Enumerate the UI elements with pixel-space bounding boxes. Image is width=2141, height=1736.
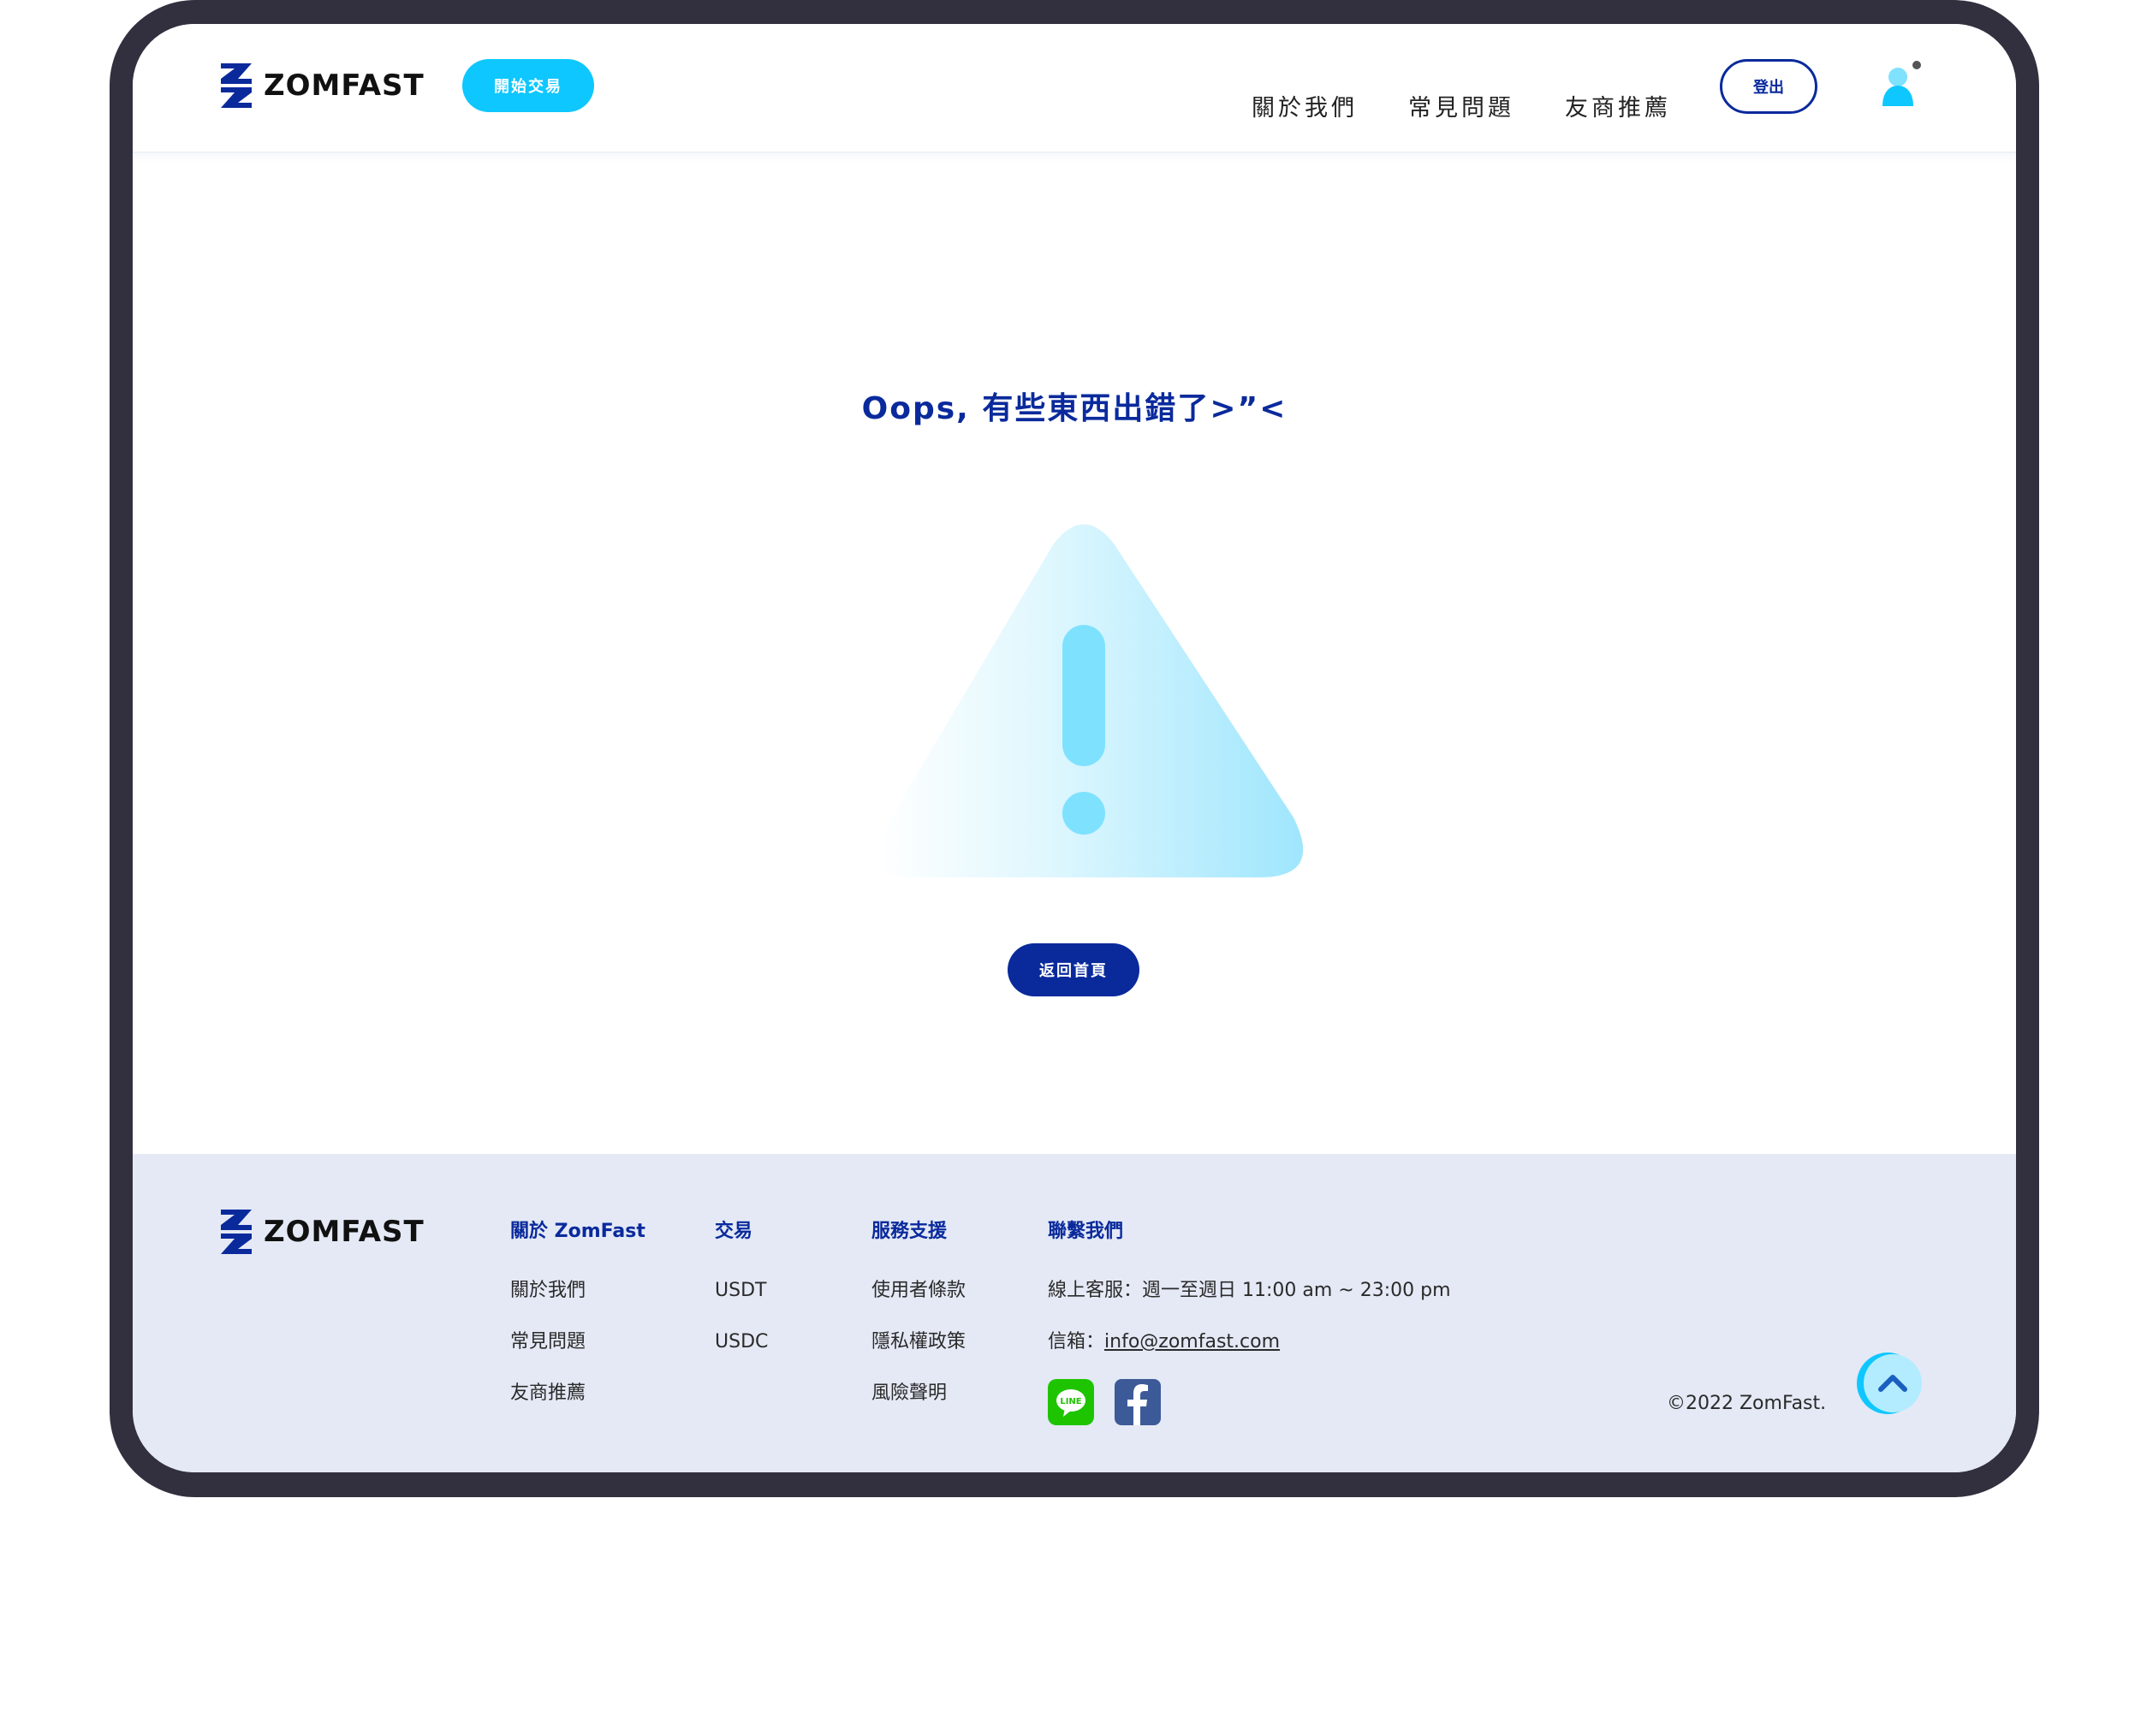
logout-button[interactable]: 登出 bbox=[1720, 59, 1817, 114]
footer-logo[interactable]: ZOMFAST bbox=[219, 1208, 425, 1256]
copyright: ©2022 ZomFast. bbox=[1667, 1393, 1827, 1414]
footer-heading-trade: 交易 bbox=[715, 1221, 753, 1242]
footer-heading-about: 關於 ZomFast bbox=[510, 1221, 645, 1242]
svg-text:LINE: LINE bbox=[1060, 1397, 1081, 1406]
zomfast-logo-icon bbox=[221, 1210, 252, 1254]
nav-about-us[interactable]: 關於我們 bbox=[1252, 94, 1358, 123]
footer-service-hours: 線上客服：週一至週日 11:00 am ~ 23:00 pm bbox=[1048, 1280, 1451, 1301]
footer-email-link[interactable]: info@zomfast.com bbox=[1104, 1331, 1280, 1353]
footer-link-partners[interactable]: 友商推薦 bbox=[510, 1381, 586, 1406]
scroll-to-top-icon[interactable] bbox=[1855, 1349, 1925, 1418]
footer-email-row: 信箱：info@zomfast.com bbox=[1048, 1329, 1280, 1355]
back-home-button[interactable]: 返回首頁 bbox=[1008, 943, 1139, 996]
top-header: ZOMFAST 開始交易 關於我們 常見問題 友商推薦 登出 bbox=[133, 24, 2016, 153]
footer-link-risk[interactable]: 風險聲明 bbox=[871, 1381, 947, 1406]
browser-screen: ZOMFAST 開始交易 關於我們 常見問題 友商推薦 登出 Oops, 有些東… bbox=[133, 24, 2016, 1472]
footer-heading-support: 服務支援 bbox=[871, 1221, 948, 1242]
nav-faq[interactable]: 常見問題 bbox=[1408, 94, 1514, 123]
footer-link-usdc[interactable]: USDC bbox=[715, 1329, 768, 1355]
warning-triangle-icon bbox=[877, 524, 1304, 877]
footer-link-about-us[interactable]: 關於我們 bbox=[510, 1278, 586, 1304]
footer: ZOMFAST 關於 ZomFast 關於我們 常見問題 友商推薦 交易 USD… bbox=[133, 1154, 2016, 1472]
header-logo[interactable]: ZOMFAST bbox=[219, 62, 425, 110]
line-icon[interactable]: LINE bbox=[1048, 1379, 1094, 1425]
footer-email-label: 信箱： bbox=[1048, 1331, 1105, 1353]
footer-link-terms[interactable]: 使用者條款 bbox=[871, 1278, 966, 1304]
zomfast-logo-icon bbox=[221, 63, 252, 108]
user-avatar-icon[interactable] bbox=[1879, 60, 1924, 108]
footer-link-privacy[interactable]: 隱私權政策 bbox=[871, 1329, 966, 1355]
nav-partners[interactable]: 友商推薦 bbox=[1565, 94, 1671, 123]
logo-text: ZOMFAST bbox=[264, 1215, 425, 1249]
footer-link-usdt[interactable]: USDT bbox=[715, 1278, 766, 1304]
facebook-icon[interactable] bbox=[1115, 1379, 1161, 1425]
footer-heading-contact: 聯繫我們 bbox=[1048, 1221, 1124, 1242]
start-trading-button[interactable]: 開始交易 bbox=[462, 59, 594, 112]
error-title: Oops, 有些東西出錯了>”< bbox=[861, 391, 1288, 426]
logo-text: ZOMFAST bbox=[264, 68, 425, 103]
footer-link-faq[interactable]: 常見問題 bbox=[510, 1329, 586, 1355]
